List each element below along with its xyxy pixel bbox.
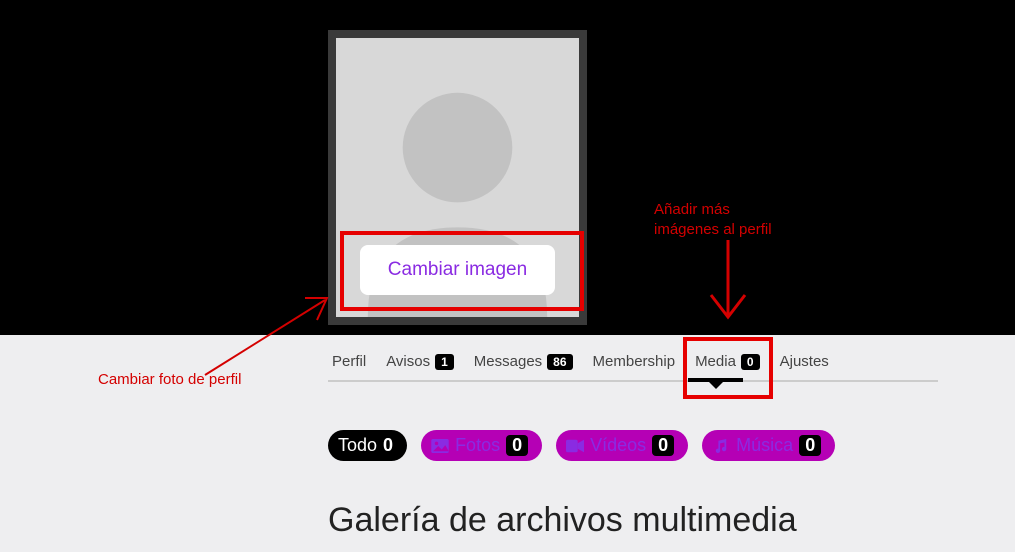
tab-avisos[interactable]: Avisos 1 [386, 353, 454, 370]
tab-media[interactable]: Media 0 [695, 353, 760, 370]
tab-label: Messages [474, 353, 542, 370]
tab-label: Membership [593, 353, 676, 370]
filter-count: 0 [652, 435, 674, 456]
header-area: Cambiar imagen [0, 0, 1015, 335]
filter-todo[interactable]: Todo 0 [328, 430, 407, 461]
tab-label: Perfil [332, 353, 366, 370]
music-icon [712, 439, 730, 453]
tab-membership[interactable]: Membership [593, 353, 676, 370]
filter-count: 0 [799, 435, 821, 456]
content-area: Perfil Avisos 1 Messages 86 Membership M… [0, 335, 1015, 540]
filter-videos[interactable]: Vídeos 0 [556, 430, 688, 461]
change-image-button[interactable]: Cambiar imagen [360, 245, 555, 295]
annotation-text-right: Añadir más imágenes al perfil [654, 200, 794, 239]
profile-tabs: Perfil Avisos 1 Messages 86 Membership M… [328, 345, 938, 382]
filter-label: Fotos [455, 435, 500, 456]
media-badge: 0 [741, 354, 760, 370]
filter-label: Música [736, 435, 793, 456]
avatar-frame: Cambiar imagen [328, 30, 587, 325]
filter-fotos[interactable]: Fotos 0 [421, 430, 542, 461]
tab-label: Ajustes [780, 353, 829, 370]
video-icon [566, 439, 584, 453]
messages-badge: 86 [547, 354, 572, 370]
active-tab-indicator [688, 378, 743, 382]
tab-ajustes[interactable]: Ajustes [780, 353, 829, 370]
tab-label: Avisos [386, 353, 430, 370]
filter-label: Todo [338, 435, 377, 456]
annotation-text-left: Cambiar foto de perfil [98, 370, 241, 390]
filter-label: Vídeos [590, 435, 646, 456]
media-filters: Todo 0 Fotos 0 Vídeos 0 Música 0 [328, 430, 1015, 461]
tab-messages[interactable]: Messages 86 [474, 353, 573, 370]
gallery-title: Galería de archivos multimedia [328, 501, 1015, 540]
photo-icon [431, 439, 449, 453]
filter-count: 0 [383, 435, 393, 456]
avisos-badge: 1 [435, 354, 454, 370]
tab-label: Media [695, 353, 736, 370]
filter-count: 0 [506, 435, 528, 456]
filter-musica[interactable]: Música 0 [702, 430, 835, 461]
tab-perfil[interactable]: Perfil [332, 353, 366, 370]
